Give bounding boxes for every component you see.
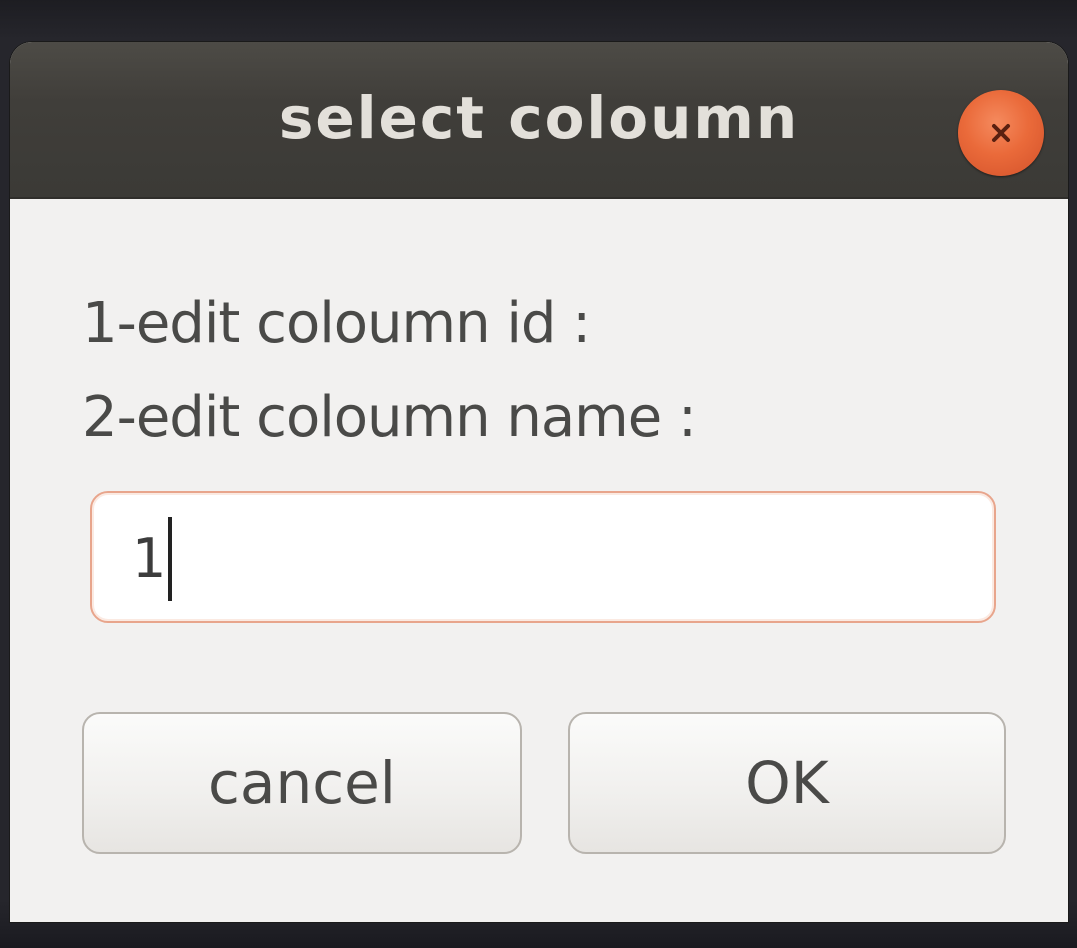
prompt-line-1: 1-edit coloumn id : <box>82 291 591 356</box>
select-coloumn-dialog: select coloumn 1-edit coloumn id : 2-edi… <box>10 42 1068 922</box>
choice-input[interactable]: 1 <box>90 491 996 623</box>
prompt-label: 1-edit coloumn id : 2-edit coloumn name … <box>82 277 697 465</box>
choice-input-value: 1 <box>132 527 167 590</box>
prompt-line-2: 2-edit coloumn name : <box>82 385 697 450</box>
text-caret <box>168 517 172 601</box>
dialog-titlebar[interactable]: select coloumn <box>10 42 1068 199</box>
dialog-content: 1-edit coloumn id : 2-edit coloumn name … <box>10 199 1068 922</box>
ok-button[interactable]: OK <box>568 712 1006 854</box>
dialog-title: select coloumn <box>278 84 800 152</box>
close-icon <box>992 124 1010 142</box>
cancel-button[interactable]: cancel <box>82 712 522 854</box>
close-button[interactable] <box>958 90 1044 176</box>
